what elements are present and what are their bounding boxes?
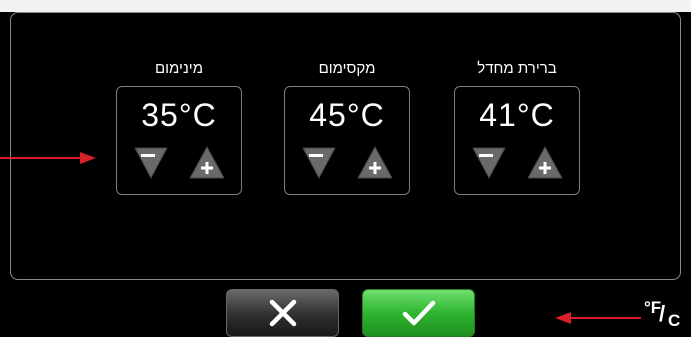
decrease-button[interactable] [131, 143, 171, 183]
setting-box: 35°C [116, 86, 242, 195]
setting-default: ברירת מחדל 41°C [452, 58, 582, 195]
minus-triangle-down-icon [472, 147, 506, 179]
temperature-value: 45°C [309, 97, 385, 133]
setting-box: 41°C [454, 86, 580, 195]
plus-triangle-up-icon [357, 146, 393, 179]
annotation-arrow-left-icon [555, 312, 641, 324]
minus-triangle-down-icon [134, 147, 168, 179]
setting-title: ברירת מחדל [477, 60, 557, 77]
setting-title: מינימום [154, 60, 203, 77]
minus-triangle-down-icon [302, 147, 336, 179]
plus-triangle-up-icon [189, 146, 225, 179]
increase-button[interactable] [187, 143, 227, 183]
x-icon [269, 299, 296, 327]
setting-minimum: מינימום 35°C [114, 58, 244, 195]
cancel-button[interactable] [226, 289, 339, 337]
decrease-button[interactable] [299, 143, 339, 183]
plus-triangle-up-icon [527, 146, 563, 179]
check-icon [402, 300, 435, 326]
unit-c-label: C [668, 311, 681, 330]
confirm-button[interactable] [362, 289, 475, 337]
top-strip [0, 0, 691, 12]
annotation-arrow-right-icon [0, 152, 96, 164]
decrease-button[interactable] [469, 143, 509, 183]
temperature-value: 41°C [479, 97, 555, 133]
temperature-value: 35°C [141, 97, 217, 133]
unit-toggle-button[interactable]: °F / C [642, 298, 688, 332]
setting-box: 45°C [284, 86, 410, 195]
increase-button[interactable] [355, 143, 395, 183]
unit-slash: / [659, 301, 666, 326]
setting-title: מקסימום [318, 60, 376, 77]
setting-maximum: מקסימום 45°C [282, 58, 412, 195]
increase-button[interactable] [525, 143, 565, 183]
